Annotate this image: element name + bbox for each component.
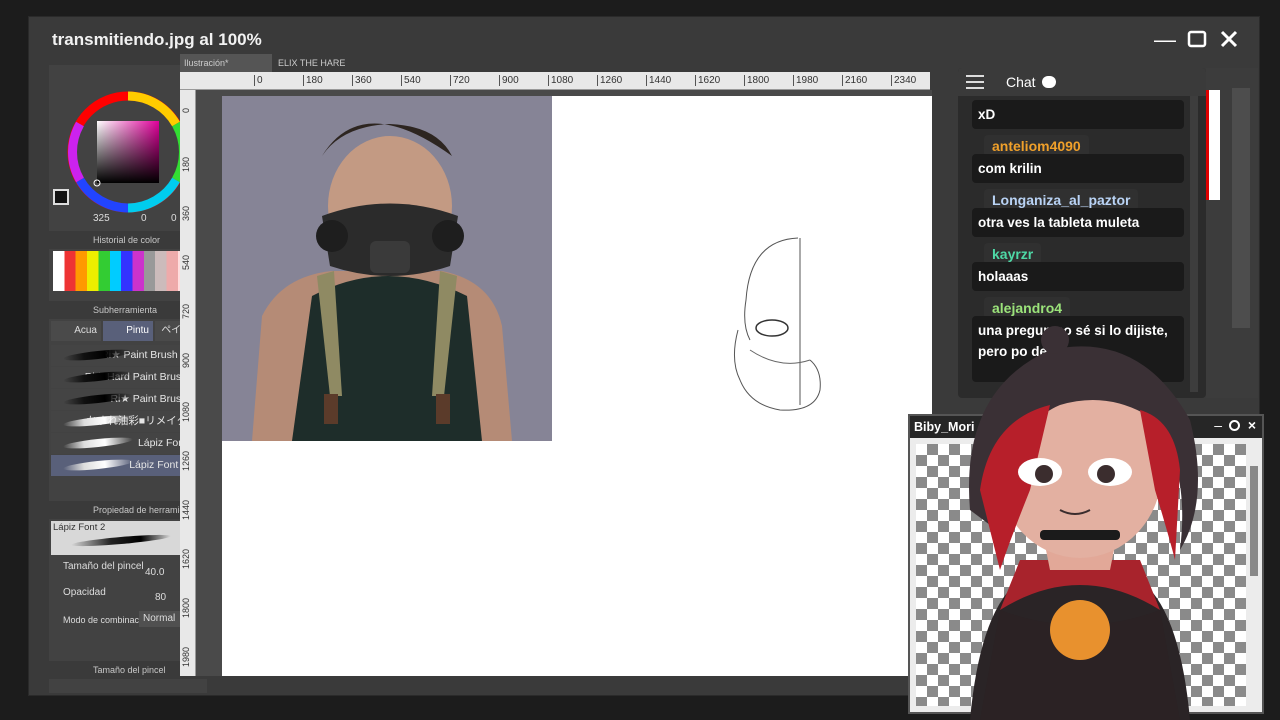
chat-title: Chat bbox=[1006, 74, 1036, 90]
menu-icon[interactable] bbox=[966, 75, 984, 89]
ruler-tick-label: 1620 bbox=[181, 549, 191, 570]
brush-size-label: Tamaño del pincel bbox=[63, 561, 144, 572]
ruler-tick-label: 2340 bbox=[891, 75, 916, 86]
avatar-scrollbar[interactable] bbox=[1250, 466, 1258, 576]
main-color-swatch[interactable] bbox=[53, 189, 69, 205]
opacity-value[interactable]: 80 bbox=[155, 592, 166, 603]
panel-scrollbar[interactable] bbox=[1232, 88, 1250, 328]
ruler-tick-label: 1620 bbox=[695, 75, 720, 86]
brush-item[interactable]: Ri★ Paint Brush bbox=[51, 389, 197, 410]
ruler-tick-label: 2160 bbox=[842, 75, 867, 86]
tab-elix[interactable]: ELIX THE HARE bbox=[274, 54, 368, 72]
vtuber-avatar bbox=[969, 326, 1198, 720]
color-value-c: 0 bbox=[171, 213, 177, 224]
restore-icon[interactable] bbox=[1229, 420, 1240, 431]
ruler-left: 0 180 360 540 720 900 1080 1260 1440 1620 1800 1980 bbox=[180, 90, 196, 676]
stroke-preview bbox=[70, 532, 172, 549]
ruler-tick-label: 1800 bbox=[181, 598, 191, 619]
ruler-tick-label: 0 bbox=[181, 108, 191, 114]
opacity-label: Opacidad bbox=[63, 587, 106, 598]
brush-item[interactable]: Ri★ Paint Brush ● bbox=[51, 345, 197, 366]
maximize-icon[interactable] bbox=[1185, 28, 1209, 52]
ruler-tick-label: 900 bbox=[499, 75, 519, 86]
ruler-tick-label: 720 bbox=[450, 75, 470, 86]
ruler-tick-label: 1440 bbox=[181, 500, 191, 521]
ruler-tick-label: 1980 bbox=[181, 647, 191, 668]
ruler-tick-label: 360 bbox=[352, 75, 372, 86]
ruler-tick-label: 900 bbox=[181, 353, 191, 369]
ruler-tick-label: 360 bbox=[181, 206, 191, 222]
ruler-tick-label: 180 bbox=[303, 75, 323, 86]
window-title: transmitiendo.jpg al 100% bbox=[52, 30, 262, 49]
brush-item[interactable]: Ri★ Hard Paint Brush bbox=[51, 367, 197, 388]
ruler-tick-label: 720 bbox=[181, 304, 191, 320]
blend-mode-label: Modo de combinació bbox=[63, 615, 147, 625]
ruler-tick-label: 1800 bbox=[744, 75, 769, 86]
brush-label: Lápiz Font 2 bbox=[129, 459, 187, 471]
ruler-tick-label: 180 bbox=[181, 157, 191, 173]
chat-message: otra ves la tableta muleta bbox=[972, 208, 1184, 237]
subtool-tab-acua[interactable]: Acua bbox=[51, 321, 101, 341]
document-tabs: Ilustración* ELIX THE HARE bbox=[180, 54, 930, 72]
color-wheel[interactable] bbox=[65, 89, 191, 215]
stream-scene: transmitiendo.jpg al 100% — 325 0 0 Hist… bbox=[0, 0, 1280, 720]
chat-message: xD bbox=[972, 100, 1184, 129]
sketch-drawing bbox=[734, 237, 821, 411]
color-history-swatches[interactable] bbox=[53, 251, 195, 291]
tool-preview-name: Lápiz Font 2 bbox=[53, 522, 106, 533]
close-icon[interactable] bbox=[1217, 28, 1241, 52]
brush-item[interactable]: かすれ油彩■リメイク bbox=[51, 411, 197, 432]
ruler-tick-label: 1260 bbox=[181, 451, 191, 472]
reference-image bbox=[222, 96, 552, 441]
tab-ilustracion[interactable]: Ilustración* bbox=[180, 54, 272, 72]
ruler-tick-label: 0 bbox=[254, 75, 263, 86]
ruler-tick-label: 540 bbox=[181, 255, 191, 271]
color-value-b: 0 bbox=[141, 213, 147, 224]
chat-message: com krilin bbox=[972, 154, 1184, 183]
subtool-tab-pintu[interactable]: Pintu bbox=[103, 321, 153, 341]
brush-item-selected[interactable]: Lápiz Font 2 bbox=[51, 455, 197, 476]
close-icon[interactable]: × bbox=[1248, 417, 1256, 433]
color-value-a: 325 bbox=[93, 213, 110, 224]
minimize-icon[interactable]: — bbox=[1153, 28, 1177, 52]
chat-header: Chat bbox=[958, 68, 1206, 96]
brush-size-value[interactable]: 40.0 bbox=[145, 567, 164, 578]
ruler-tick-label: 540 bbox=[401, 75, 421, 86]
ruler-tick-label: 1260 bbox=[597, 75, 622, 86]
ruler-tick-label: 1980 bbox=[793, 75, 818, 86]
ruler-tick-label: 1080 bbox=[548, 75, 573, 86]
chat-message: holaaas bbox=[972, 262, 1184, 291]
ruler-top: 0 180 360 540 720 900 1080 1260 1440 1620 1800 1980… bbox=[180, 72, 930, 90]
speech-bubble-icon bbox=[1042, 76, 1056, 88]
ruler-tick-label: 1080 bbox=[181, 402, 191, 423]
brush-item[interactable]: Lápiz Font bbox=[51, 433, 197, 454]
ruler-tick-label: 1440 bbox=[646, 75, 671, 86]
navigator-preview bbox=[1206, 90, 1220, 200]
